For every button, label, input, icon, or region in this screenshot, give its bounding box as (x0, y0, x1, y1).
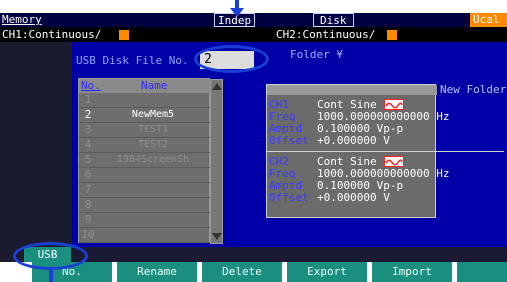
import-softkey[interactable]: Import (372, 262, 452, 282)
scroll-up-icon[interactable] (212, 83, 222, 90)
preview-header (267, 85, 437, 95)
instrument-screen: Memory Indep Disk Ucal CH1:Continuous/ C… (0, 0, 507, 282)
file-list-row[interactable]: 7 (79, 183, 211, 198)
file-list-row[interactable]: 4 TEST2 (79, 138, 211, 153)
file-number: 4 (84, 138, 92, 151)
folder-label: Folder ¥ (290, 48, 343, 61)
file-number: 1 (84, 93, 92, 106)
ch2-status: CH2:Continuous/ (276, 28, 376, 41)
callout-arrow-bottom (49, 270, 53, 282)
file-list-row[interactable]: 3 TEST1 (79, 123, 211, 138)
file-name: TEST1 (137, 124, 169, 135)
callout-ellipse-usb (13, 242, 88, 270)
file-number: 8 (84, 198, 92, 211)
disk-tab[interactable]: Disk (313, 13, 354, 27)
file-number: 7 (84, 183, 92, 196)
memory-menu[interactable]: Memory (2, 13, 42, 27)
ch1-status: CH1:Continuous/ (2, 28, 102, 41)
file-list-row[interactable]: 6 (79, 168, 211, 183)
delete-softkey[interactable]: Delete (202, 262, 282, 282)
panel-title: USB Disk File No. (76, 54, 189, 67)
column-name: Name (141, 79, 168, 92)
preview-divider (267, 151, 504, 152)
column-no: No. (81, 79, 101, 92)
usb-file-panel: USB Disk File No. 2 Folder ¥ No. Name 1 2… (72, 42, 507, 247)
file-list-row[interactable]: 8 (79, 198, 211, 213)
setting-preview: CH1 Cont Sine Freq 1000.000000000000 Hz Am… (266, 84, 504, 218)
file-number: 9 (84, 213, 92, 226)
ucal-badge: Ucal (470, 13, 507, 27)
file-list-row[interactable]: 10 (79, 228, 211, 243)
ch1-output-indicator (119, 30, 129, 40)
file-list[interactable]: No. Name 1 2 NewMem5 3 TEST1 4 TEST2 5 1984Scree… (78, 78, 223, 244)
file-number: 10 (81, 228, 95, 241)
file-list-row[interactable]: 5 1984ScreenSh (79, 153, 211, 168)
file-list-header: No. Name (79, 79, 211, 93)
channel-status-bar: CH1:Continuous/ CH2:Continuous/ (0, 27, 507, 42)
main-area: USB Disk File No. 2 Folder ¥ No. Name 1 2… (0, 42, 507, 262)
file-list-row[interactable]: 9 (79, 213, 211, 228)
ch1-off-key: Offset (269, 134, 309, 147)
callout-arrowhead-top (230, 8, 244, 17)
file-name: NewMem5 (131, 109, 175, 120)
scroll-down-icon[interactable] (212, 233, 222, 240)
left-strip (0, 42, 72, 262)
ch1-off: +0.000000 V (317, 134, 390, 147)
file-number: 2 (84, 108, 92, 121)
blank-softkey[interactable] (457, 262, 507, 282)
list-scrollbar[interactable] (210, 79, 223, 244)
file-name: TEST2 (137, 139, 169, 150)
file-number: 3 (84, 123, 92, 136)
file-number: 6 (84, 168, 92, 181)
ch2-sine-icon (384, 156, 404, 167)
file-name: 1984ScreenSh (116, 154, 190, 165)
callout-ellipse-number (194, 45, 269, 73)
callout-arrow-top (235, 0, 239, 8)
rename-softkey[interactable]: Rename (117, 262, 197, 282)
ch2-output-indicator (387, 30, 397, 40)
ch2-off: +0.000000 V (317, 191, 390, 204)
file-list-row[interactable]: 2 NewMem5 (79, 108, 211, 123)
export-softkey[interactable]: Export (287, 262, 367, 282)
ch1-sine-icon (384, 99, 404, 110)
top-menu-bar: Memory Indep Disk Ucal (0, 13, 507, 27)
file-list-row[interactable]: 1 (79, 93, 211, 108)
ch2-off-key: Offset (269, 191, 309, 204)
file-number: 5 (84, 153, 92, 166)
new-folder-label[interactable]: New Folder (438, 82, 507, 98)
